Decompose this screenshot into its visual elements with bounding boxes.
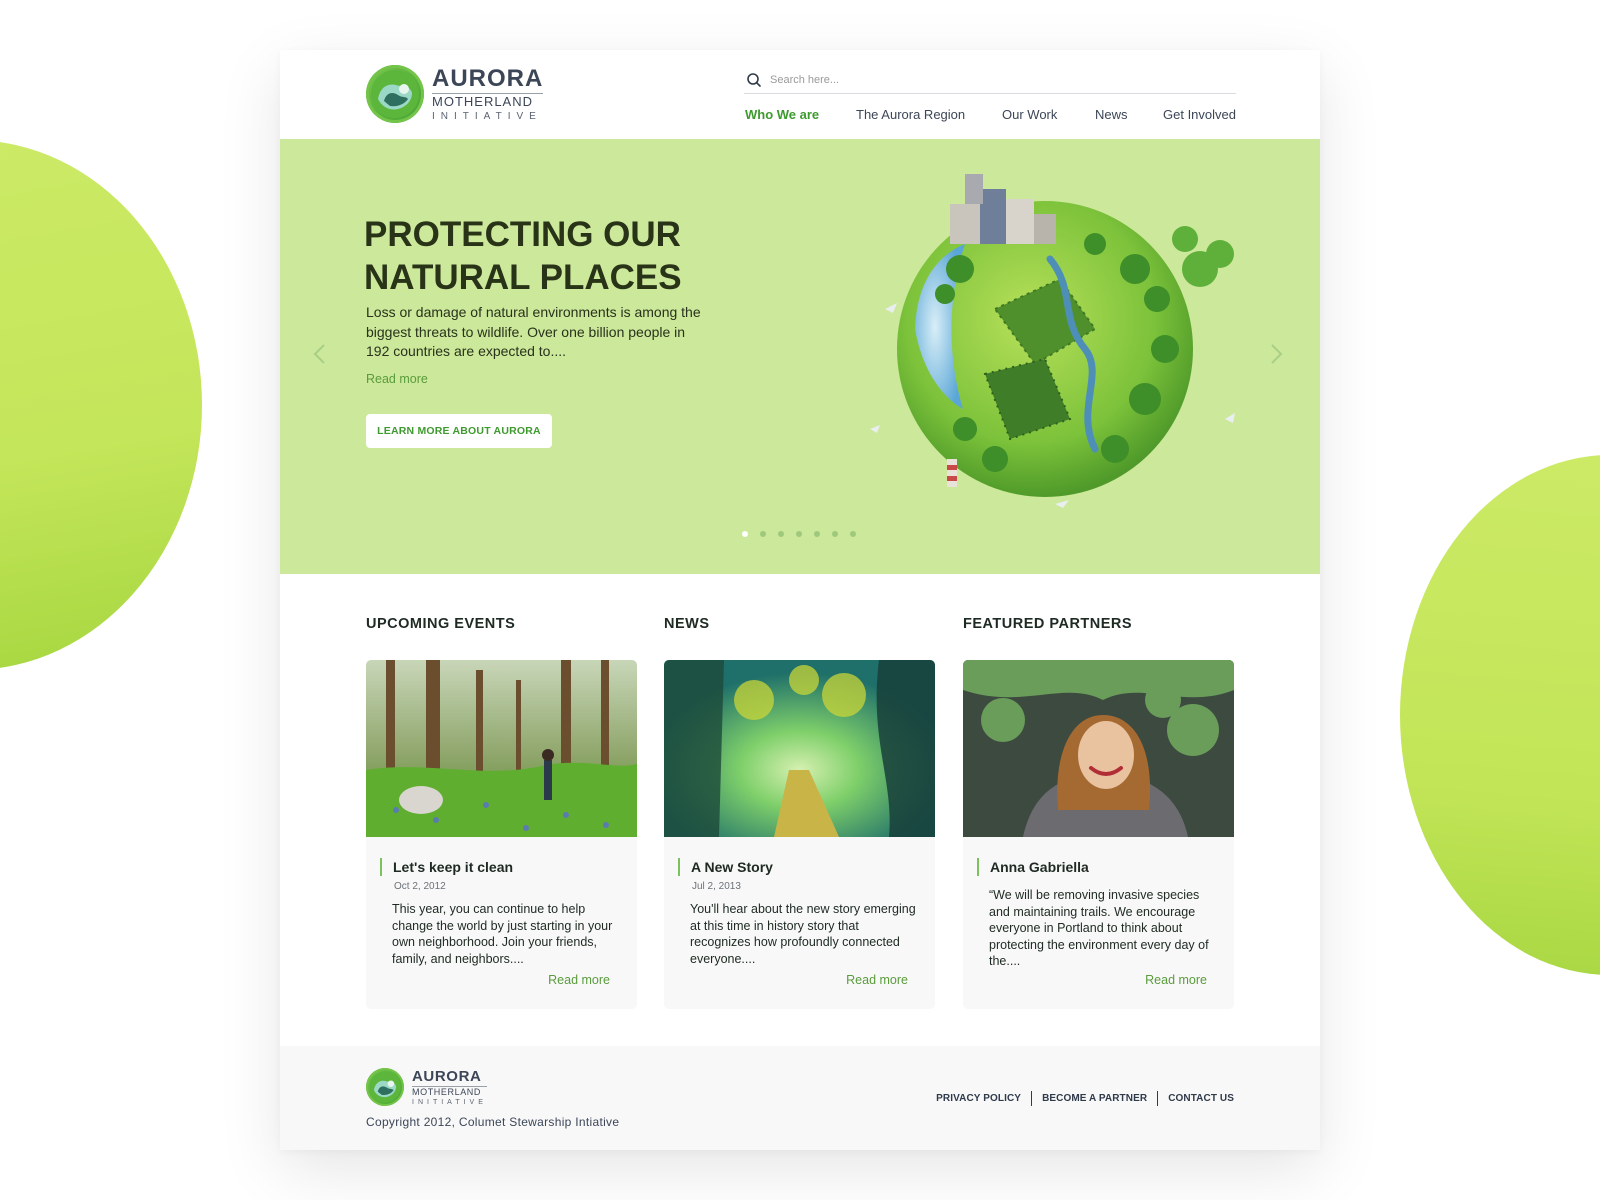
hero-title-line-1: PROTECTING OUR <box>364 215 681 254</box>
slider-dots <box>742 531 856 537</box>
site-header: AURORA MOTHERLAND INITIATIVE Who We are … <box>280 50 1320 139</box>
logo-title: AURORA <box>432 64 544 92</box>
card-title: A New Story <box>678 858 773 876</box>
slider-dot[interactable] <box>760 531 766 537</box>
footer-divider <box>1157 1091 1159 1106</box>
footer-logo-wordmark: AURORA MOTHERLAND INITIATIVE <box>412 1069 487 1106</box>
card-text: You'll hear about the new story emerging… <box>690 902 916 966</box>
card-text: This year, you can continue to help chan… <box>392 902 613 966</box>
card-date: Jul 2, 2013 <box>692 881 741 892</box>
search-bar <box>744 66 1236 94</box>
logo-wordmark: AURORA MOTHERLAND INITIATIVE <box>432 64 544 122</box>
slider-dot[interactable] <box>850 531 856 537</box>
logo-tagline: INITIATIVE <box>432 110 542 122</box>
hero-title-line-2: NATURAL PLACES <box>364 258 682 297</box>
footer-links: PRIVACY POLICY BECOME A PARTNER CONTACT … <box>936 1091 1234 1106</box>
search-icon[interactable] <box>746 72 762 88</box>
nav-item-aurora-region[interactable]: The Aurora Region <box>856 107 965 122</box>
footer-logo-title: AURORA <box>412 1067 482 1085</box>
slider-dot[interactable] <box>796 531 802 537</box>
hero-title: PROTECTING OUR NATURAL PLACES <box>364 213 744 299</box>
section-title-partners: FEATURED PARTNERS <box>963 616 1133 632</box>
nav-item-get-involved[interactable]: Get Involved <box>1163 107 1236 122</box>
card-title: Let's keep it clean <box>380 858 513 876</box>
partner-photo-portrait <box>963 660 1234 837</box>
site-footer: AURORA MOTHERLAND INITIATIVE Copyright 2… <box>280 1046 1320 1150</box>
chevron-right-icon[interactable] <box>1266 342 1286 366</box>
contact-us-link[interactable]: CONTACT US <box>1168 1093 1234 1104</box>
logo-globe-icon <box>366 1068 404 1106</box>
search-input[interactable] <box>770 73 1210 86</box>
decorative-blob-right <box>1400 455 1600 975</box>
hero-globe-illustration <box>870 174 1235 508</box>
logo-globe-icon <box>366 65 424 123</box>
card-body: Let's keep it clean Oct 2, 2012 This yea… <box>366 837 637 1009</box>
slider-dot[interactable] <box>778 531 784 537</box>
hero-slider: PROTECTING OUR NATURAL PLACES Loss or da… <box>280 139 1320 574</box>
footer-divider <box>1031 1091 1033 1106</box>
logo-subtitle: MOTHERLAND <box>432 92 544 108</box>
stage: AURORA MOTHERLAND INITIATIVE Who We are … <box>0 0 1600 1200</box>
site-logo[interactable]: AURORA MOTHERLAND INITIATIVE <box>366 64 544 123</box>
copyright-text: Copyright 2012, Columet Stewarship Intia… <box>366 1115 620 1129</box>
section-title-events: UPCOMING EVENTS <box>366 616 516 632</box>
nav-item-news[interactable]: News <box>1095 107 1128 122</box>
footer-logo-subtitle: MOTHERLAND <box>412 1085 487 1097</box>
privacy-policy-link[interactable]: PRIVACY POLICY <box>936 1093 1021 1104</box>
nav-item-our-work[interactable]: Our Work <box>1002 107 1057 122</box>
footer-logo[interactable]: AURORA MOTHERLAND INITIATIVE <box>366 1068 487 1106</box>
slider-dot[interactable] <box>832 531 838 537</box>
card-date: Oct 2, 2012 <box>394 881 446 892</box>
card-text: “We will be removing invasive species an… <box>989 888 1209 968</box>
card-read-more-link[interactable]: Read more <box>548 973 610 987</box>
hero-read-more-link[interactable]: Read more <box>366 372 428 386</box>
hero-lead: Loss or damage of natural environments i… <box>366 304 701 359</box>
chevron-left-icon[interactable] <box>310 342 330 366</box>
card-body: Anna Gabriella “We will be removing inva… <box>963 837 1234 1009</box>
card-title: Anna Gabriella <box>977 858 1089 876</box>
news-card[interactable]: A New Story Jul 2, 2013 You'll hear abou… <box>664 660 935 1009</box>
card-body: A New Story Jul 2, 2013 You'll hear abou… <box>664 837 935 1009</box>
card-read-more-link[interactable]: Read more <box>846 973 908 987</box>
decorative-blob-left <box>0 140 202 670</box>
section-title-news: NEWS <box>664 616 710 632</box>
card-read-more-link[interactable]: Read more <box>1145 973 1207 987</box>
page-card: AURORA MOTHERLAND INITIATIVE Who We are … <box>280 50 1320 1150</box>
become-partner-link[interactable]: BECOME A PARTNER <box>1042 1093 1147 1104</box>
slider-dot[interactable] <box>814 531 820 537</box>
footer-logo-tagline: INITIATIVE <box>412 1098 487 1106</box>
learn-more-button[interactable]: LEARN MORE ABOUT AURORA <box>366 414 552 448</box>
nav-item-who-we-are[interactable]: Who We are <box>745 107 819 122</box>
event-photo-forest <box>366 660 637 837</box>
news-photo-forest-path <box>664 660 935 837</box>
slider-dot[interactable] <box>742 531 748 537</box>
partner-card[interactable]: Anna Gabriella “We will be removing inva… <box>963 660 1234 1009</box>
event-card[interactable]: Let's keep it clean Oct 2, 2012 This yea… <box>366 660 637 1009</box>
